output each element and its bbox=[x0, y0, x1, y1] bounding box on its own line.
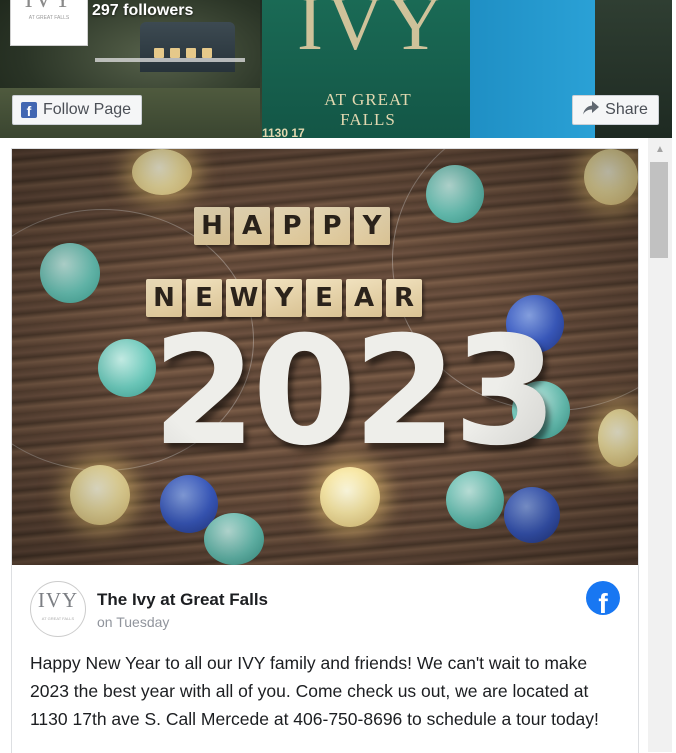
page-logo-text: IVY bbox=[24, 0, 74, 13]
post-page-name[interactable]: The Ivy at Great Falls bbox=[97, 590, 268, 610]
cover-sign-title: IVY bbox=[297, 0, 448, 66]
scroll-up-arrow-icon[interactable]: ▲ bbox=[648, 144, 672, 158]
followers-count: 297 followers bbox=[92, 2, 194, 19]
post-timestamp[interactable]: on Tuesday bbox=[97, 614, 169, 630]
scrollbar-thumb[interactable] bbox=[650, 162, 668, 258]
cover-sign-subtitle: AT GREAT FALLS bbox=[324, 90, 412, 129]
follow-page-label: Follow Page bbox=[43, 101, 132, 118]
cover-house bbox=[140, 22, 235, 72]
cover-sign-number: 1130 17 bbox=[262, 126, 305, 138]
image-vignette bbox=[12, 149, 638, 565]
share-arrow-icon bbox=[583, 100, 600, 120]
feed: H A P P Y N E W Y E A R 2023 IVY AT GREA… bbox=[0, 138, 672, 753]
cover-photo: IVY AT GREAT FALLS 1130 17 IVY AT GREAT … bbox=[0, 0, 672, 138]
post-image[interactable]: H A P P Y N E W Y E A R 2023 bbox=[12, 149, 638, 565]
share-label: Share bbox=[605, 101, 648, 118]
cover-sign: IVY AT GREAT FALLS 1130 17 bbox=[262, 0, 470, 138]
facebook-icon[interactable]: f bbox=[586, 581, 620, 615]
avatar-logo-text: IVY bbox=[37, 588, 79, 612]
page-avatar[interactable]: IVY AT GREAT FALLS bbox=[30, 581, 86, 637]
follow-page-button[interactable]: f Follow Page bbox=[12, 95, 143, 125]
scrollbar[interactable]: ▲ bbox=[648, 138, 672, 752]
avatar-logo-subtext: AT GREAT FALLS bbox=[41, 616, 75, 621]
facebook-square-icon: f bbox=[21, 102, 37, 118]
post-text: Happy New Year to all our IVY family and… bbox=[30, 653, 599, 729]
page-logo-subtext: AT GREAT FALLS bbox=[28, 15, 70, 21]
post-card: H A P P Y N E W Y E A R 2023 IVY AT GREA… bbox=[11, 148, 639, 753]
cover-fence bbox=[95, 58, 245, 62]
page-logo[interactable]: IVY AT GREAT FALLS bbox=[10, 0, 88, 46]
share-button[interactable]: Share bbox=[572, 95, 659, 125]
